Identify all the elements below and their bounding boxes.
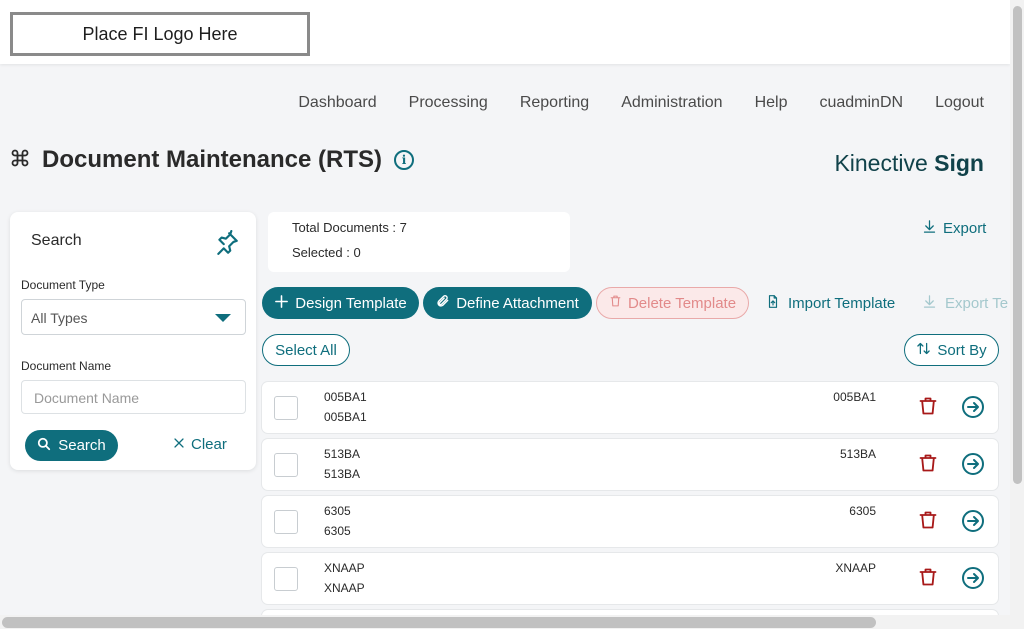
vertical-scroll-thumb[interactable] bbox=[1013, 6, 1022, 484]
search-button[interactable]: Search bbox=[25, 430, 118, 461]
nav-administration[interactable]: Administration bbox=[621, 94, 722, 112]
row-checkbox[interactable] bbox=[274, 567, 298, 591]
document-row[interactable]: XNAAP XNAAP XNAAP bbox=[262, 553, 998, 604]
document-name-input[interactable]: Document Name bbox=[21, 380, 246, 414]
design-template-button[interactable]: Design Template bbox=[262, 287, 419, 319]
horizontal-scrollbar[interactable] bbox=[0, 615, 1010, 629]
document-description: 6305 bbox=[324, 524, 351, 538]
total-documents-value: 7 bbox=[399, 220, 407, 235]
sort-by-label: Sort By bbox=[937, 341, 987, 359]
fi-logo-placeholder: Place FI Logo Here bbox=[10, 12, 310, 56]
delete-template-label: Delete Template bbox=[627, 294, 737, 312]
search-button-label: Search bbox=[58, 437, 106, 454]
row-checkbox[interactable] bbox=[274, 453, 298, 477]
horizontal-scroll-thumb[interactable] bbox=[2, 617, 876, 628]
export-template-label: Export Te bbox=[945, 295, 1009, 312]
document-name: 005BA1 bbox=[324, 390, 367, 404]
page-title: Document Maintenance (RTS) bbox=[42, 146, 383, 173]
row-checkbox[interactable] bbox=[274, 510, 298, 534]
paperclip-icon bbox=[436, 294, 450, 312]
document-code: XNAAP bbox=[835, 561, 876, 575]
brand-logo: Kinective Sign bbox=[834, 150, 984, 177]
document-code: 513BA bbox=[839, 447, 876, 461]
define-attachment-button[interactable]: Define Attachment bbox=[423, 287, 592, 319]
clear-button[interactable]: Clear bbox=[173, 436, 227, 453]
total-documents-label: Total Documents : bbox=[292, 220, 400, 235]
document-name: 513BA bbox=[324, 447, 361, 461]
close-icon bbox=[173, 436, 185, 453]
export-button[interactable]: Export bbox=[922, 219, 986, 238]
document-row[interactable]: 513BA 513BA 513BA bbox=[262, 439, 998, 490]
document-name: 6305 bbox=[324, 504, 351, 518]
document-code: 6305 bbox=[849, 504, 876, 518]
top-header-bar: Place FI Logo Here bbox=[0, 0, 1010, 64]
delete-icon[interactable] bbox=[918, 452, 938, 479]
brand-name-part1: Kinective bbox=[834, 150, 935, 176]
trash-icon bbox=[609, 294, 622, 312]
import-template-button[interactable]: Import Template bbox=[766, 294, 895, 313]
file-upload-icon bbox=[766, 294, 780, 313]
total-documents: Total Documents : 7 bbox=[292, 220, 407, 235]
sort-icon bbox=[916, 341, 931, 360]
selected-count-label: Selected : bbox=[292, 245, 354, 260]
document-name-label: Document Name bbox=[21, 359, 112, 373]
vertical-scrollbar[interactable] bbox=[1010, 0, 1024, 629]
nav-logout[interactable]: Logout bbox=[935, 94, 984, 112]
delete-icon[interactable] bbox=[918, 395, 938, 422]
nav-user-account[interactable]: cuadminDN bbox=[819, 94, 903, 112]
clear-button-label: Clear bbox=[191, 436, 227, 453]
export-label: Export bbox=[943, 220, 987, 237]
nav-help[interactable]: Help bbox=[755, 94, 788, 112]
row-checkbox[interactable] bbox=[274, 396, 298, 420]
delete-icon[interactable] bbox=[918, 566, 938, 593]
design-template-label: Design Template bbox=[295, 294, 407, 312]
open-arrow-icon[interactable] bbox=[961, 509, 985, 538]
open-arrow-icon[interactable] bbox=[961, 566, 985, 595]
dropdown-caret-icon bbox=[215, 314, 231, 322]
delete-icon[interactable] bbox=[918, 509, 938, 536]
main-nav: Dashboard Processing Reporting Administr… bbox=[298, 94, 984, 112]
document-row[interactable]: 6305 6305 6305 bbox=[262, 496, 998, 547]
selected-count: Selected : 0 bbox=[292, 245, 361, 260]
command-icon bbox=[10, 148, 30, 173]
delete-template-button[interactable]: Delete Template bbox=[596, 287, 749, 319]
import-template-label: Import Template bbox=[788, 295, 896, 312]
download-icon bbox=[922, 219, 937, 238]
nav-processing[interactable]: Processing bbox=[409, 94, 488, 112]
nav-dashboard[interactable]: Dashboard bbox=[298, 94, 376, 112]
pin-icon[interactable] bbox=[214, 230, 240, 261]
open-arrow-icon[interactable] bbox=[961, 452, 985, 481]
document-type-select[interactable]: All Types bbox=[21, 299, 246, 335]
document-description: 513BA bbox=[324, 467, 361, 481]
info-icon[interactable]: i bbox=[394, 150, 415, 170]
download-icon bbox=[922, 294, 937, 313]
plus-icon bbox=[274, 294, 289, 313]
document-name: XNAAP bbox=[324, 561, 365, 575]
document-description: XNAAP bbox=[324, 581, 365, 595]
export-template-button[interactable]: Export Te bbox=[922, 294, 1008, 313]
search-panel-title: Search bbox=[31, 232, 82, 249]
document-summary: Total Documents : 7 Selected : 0 bbox=[268, 212, 570, 272]
select-all-button[interactable]: Select All bbox=[262, 334, 350, 366]
document-code: 005BA1 bbox=[833, 390, 876, 404]
document-description: 005BA1 bbox=[324, 410, 367, 424]
search-panel: Search Document Type All Types Document … bbox=[10, 212, 256, 470]
document-row[interactable]: 005BA1 005BA1 005BA1 bbox=[262, 382, 998, 433]
sort-by-button[interactable]: Sort By bbox=[904, 334, 999, 366]
define-attachment-label: Define Attachment bbox=[456, 294, 579, 312]
nav-reporting[interactable]: Reporting bbox=[520, 94, 589, 112]
page-title-bar: Document Maintenance (RTS) i bbox=[10, 146, 415, 174]
document-type-label: Document Type bbox=[21, 278, 105, 292]
selected-count-value: 0 bbox=[353, 245, 361, 260]
search-icon bbox=[37, 437, 51, 455]
brand-name-part2: Sign bbox=[934, 150, 984, 176]
document-type-value: All Types bbox=[31, 310, 88, 326]
open-arrow-icon[interactable] bbox=[961, 395, 985, 424]
